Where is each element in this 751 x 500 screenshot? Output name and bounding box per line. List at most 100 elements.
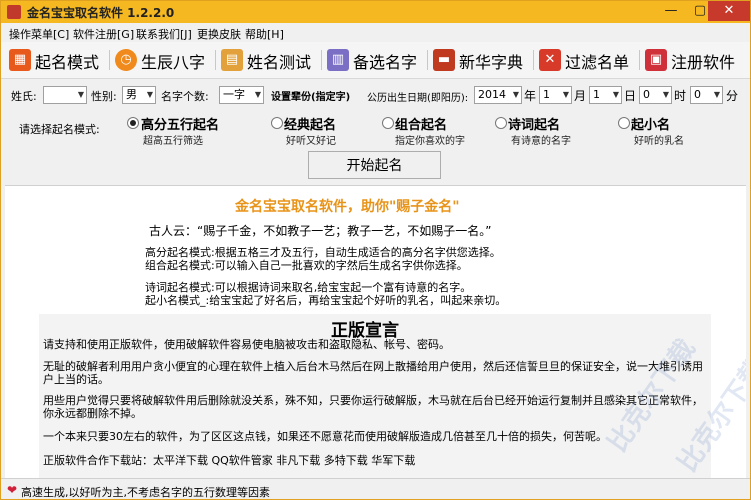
mode-radio-poetry[interactable] xyxy=(495,117,507,129)
app-window: 金名宝宝取名软件 1.2.2.0 — ▢ ✕ 操作菜单[C] 软件注册[G] 联… xyxy=(0,0,751,500)
day-select[interactable]: 1 ▼ xyxy=(589,86,622,104)
genuine-notice: 正版宣言 请支持和使用正版软件，使用破解软件容易使电脑被攻击和盗取隐私、帐号、密… xyxy=(39,314,711,478)
minimize-button[interactable]: — xyxy=(656,1,686,21)
grid-icon: ▦ xyxy=(9,49,31,71)
hour-value: 0 xyxy=(643,88,650,101)
menu-register[interactable]: 软件注册[G] xyxy=(73,26,134,42)
toolbar-label: 备选名字 xyxy=(353,53,418,72)
chevron-down-icon: ▼ xyxy=(146,90,153,99)
menu-operation[interactable]: 操作菜单[C] xyxy=(9,26,69,42)
toolbar-separator xyxy=(215,50,216,70)
hour-unit: 时 xyxy=(674,89,687,103)
mode-desc-classic: 好听又好记 xyxy=(286,136,336,147)
mode-radio-high-score[interactable] xyxy=(127,117,139,129)
calculator-icon: ▤ xyxy=(221,49,243,71)
toolbar-separator xyxy=(639,50,640,70)
start-naming-button[interactable]: 开始起名 xyxy=(308,151,441,179)
gender-label: 性别: xyxy=(91,90,117,103)
minute-unit: 分 xyxy=(726,89,739,103)
toolbar-filter-list-button[interactable]: ✕ 过滤名单 xyxy=(537,46,637,74)
mode-radio-combination[interactable] xyxy=(382,117,394,129)
surname-select[interactable]: ▼ xyxy=(43,86,87,104)
mode-name-poetry[interactable]: 诗词起名 xyxy=(508,114,560,133)
month-value: 1 xyxy=(543,88,550,101)
chevron-down-icon: ▼ xyxy=(662,90,669,99)
chevron-down-icon: ▼ xyxy=(512,90,519,99)
naming-mode-label: 请选择起名模式: xyxy=(19,123,100,136)
gender-value: 男 xyxy=(126,88,137,101)
toolbar-dictionary-button[interactable]: ▬ 新华字典 xyxy=(431,46,531,74)
naming-mode-group: 请选择起名模式: 高分五行起名 超高五行筛选 经典起名 好听又好记 组合起名 指… xyxy=(1,113,750,153)
mode-radio-classic[interactable] xyxy=(271,117,283,129)
mode-name-high-score[interactable]: 高分五行起名 xyxy=(141,114,219,133)
toolbar-naming-mode-button[interactable]: ▦ 起名模式 xyxy=(7,46,107,74)
calendar-icon: ▥ xyxy=(327,49,349,71)
month-select[interactable]: 1 ▼ xyxy=(539,86,572,104)
toolbar-label: 新华字典 xyxy=(459,53,524,72)
app-icon xyxy=(7,5,21,19)
hour-select[interactable]: 0 ▼ xyxy=(639,86,672,104)
notice-paragraph: 无耻的破解者利用用户贪小便宜的心理在软件上植入后台木马然后在网上散播给用户使用，… xyxy=(43,360,703,386)
notice-paragraph: 正版软件合作下载站：太平洋下载 QQ软件管家 非凡下载 多特下载 华军下载 xyxy=(43,454,416,467)
toolbar-birth-chart-button[interactable]: ◷ 生辰八字 xyxy=(113,46,213,74)
set-generation-link[interactable]: 设置辈份(指定字) xyxy=(271,88,350,103)
menu-contact[interactable]: 联系我们[J] xyxy=(136,26,192,42)
mode-name-classic[interactable]: 经典起名 xyxy=(284,114,336,133)
heart-icon: ❤ xyxy=(7,483,18,497)
toolbar-label: 起名模式 xyxy=(35,53,100,72)
month-unit: 月 xyxy=(574,89,587,103)
lock-icon: ▣ xyxy=(645,49,667,71)
chevron-down-icon: ▼ xyxy=(254,90,261,99)
filter-icon: ✕ xyxy=(539,49,561,71)
toolbar-separator xyxy=(427,50,428,70)
surname-label: 姓氏: xyxy=(11,90,37,103)
mode-desc-nickname: 好听的乳名 xyxy=(634,136,684,147)
menu-skin[interactable]: 更换皮肤 xyxy=(197,26,241,42)
name-count-value: 一字 xyxy=(223,88,245,101)
day-unit: 日 xyxy=(624,89,637,103)
title-bar[interactable]: 金名宝宝取名软件 1.2.2.0 — ▢ ✕ xyxy=(1,1,750,23)
info-panel: 金名宝宝取名软件，助你"赐子金名" 古人云：“赐子千金，不如教子一艺；教子一艺，… xyxy=(5,185,746,478)
clock-icon: ◷ xyxy=(115,49,137,71)
toolbar-label: 注册软件 xyxy=(671,53,736,72)
slogan: 金名宝宝取名软件，助你"赐子金名" xyxy=(235,199,460,215)
year-value: 2014 xyxy=(478,88,506,101)
mode-description: 起小名模式_:给宝宝起了好名后，再给宝宝起个好听的乳名，叫起来亲切。 xyxy=(145,294,507,307)
mode-desc-poetry: 有诗意的名字 xyxy=(511,136,571,147)
toolbar-label: 姓名测试 xyxy=(247,53,312,72)
mode-name-nickname[interactable]: 起小名 xyxy=(631,114,670,133)
birth-date-label: 公历出生日期(即阳历): xyxy=(367,93,469,104)
mode-description: 组合起名模式:可以输入自己一批喜欢的字然后生成名字供你选择。 xyxy=(145,259,468,272)
notice-paragraph: 用些用户觉得只要将破解软件用后删除就没关系，殊不知，只要你运行破解版，木马就在后… xyxy=(43,394,703,420)
chevron-down-icon: ▼ xyxy=(77,90,84,99)
toolbar-separator xyxy=(321,50,322,70)
notice-paragraph: 请支持和使用正版软件，使用破解软件容易使电脑被攻击和盗取隐私、帐号、密码。 xyxy=(43,338,450,351)
gender-select[interactable]: 男 ▼ xyxy=(122,86,156,104)
menu-help[interactable]: 帮助[H] xyxy=(245,26,284,42)
mode-name-combination[interactable]: 组合起名 xyxy=(395,114,447,133)
status-bar: ❤ 高速生成,以好听为主,不考虑名字的五行数理等因素 xyxy=(1,478,750,499)
book-icon: ▬ xyxy=(433,49,455,71)
toolbar-register-button[interactable]: ▣ 注册软件 xyxy=(643,46,743,74)
quote-text: 古人云：“赐子千金，不如教子一艺；教子一艺，不如赐子一名。” xyxy=(149,224,492,238)
mode-radio-nickname[interactable] xyxy=(618,117,630,129)
toolbar: ▦ 起名模式 ◷ 生辰八字 ▤ 姓名测试 ▥ 备选名字 ▬ 新华字典 ✕ 过滤名… xyxy=(1,42,750,79)
status-text: 高速生成,以好听为主,不考虑名字的五行数理等因素 xyxy=(21,486,270,499)
name-count-label: 名字个数: xyxy=(161,90,209,103)
chevron-down-icon: ▼ xyxy=(713,90,720,99)
year-select[interactable]: 2014 ▼ xyxy=(474,86,522,104)
menu-bar: 操作菜单[C] 软件注册[G] 联系我们[J] 更换皮肤 帮助[H] xyxy=(1,23,750,42)
toolbar-label: 过滤名单 xyxy=(565,53,630,72)
toolbar-label: 生辰八字 xyxy=(141,53,206,72)
window-title: 金名宝宝取名软件 1.2.2.0 xyxy=(27,6,175,20)
name-count-select[interactable]: 一字 ▼ xyxy=(219,86,264,104)
toolbar-separator xyxy=(533,50,534,70)
toolbar-candidate-names-button[interactable]: ▥ 备选名字 xyxy=(325,46,425,74)
toolbar-separator xyxy=(109,50,110,70)
minute-select[interactable]: 0 ▼ xyxy=(690,86,723,104)
chevron-down-icon: ▼ xyxy=(562,90,569,99)
mode-desc-combination: 指定你喜欢的字 xyxy=(395,136,465,147)
toolbar-name-test-button[interactable]: ▤ 姓名测试 xyxy=(219,46,319,74)
mode-desc-high-score: 超高五行筛选 xyxy=(143,136,203,147)
close-button[interactable]: ✕ xyxy=(708,1,750,21)
